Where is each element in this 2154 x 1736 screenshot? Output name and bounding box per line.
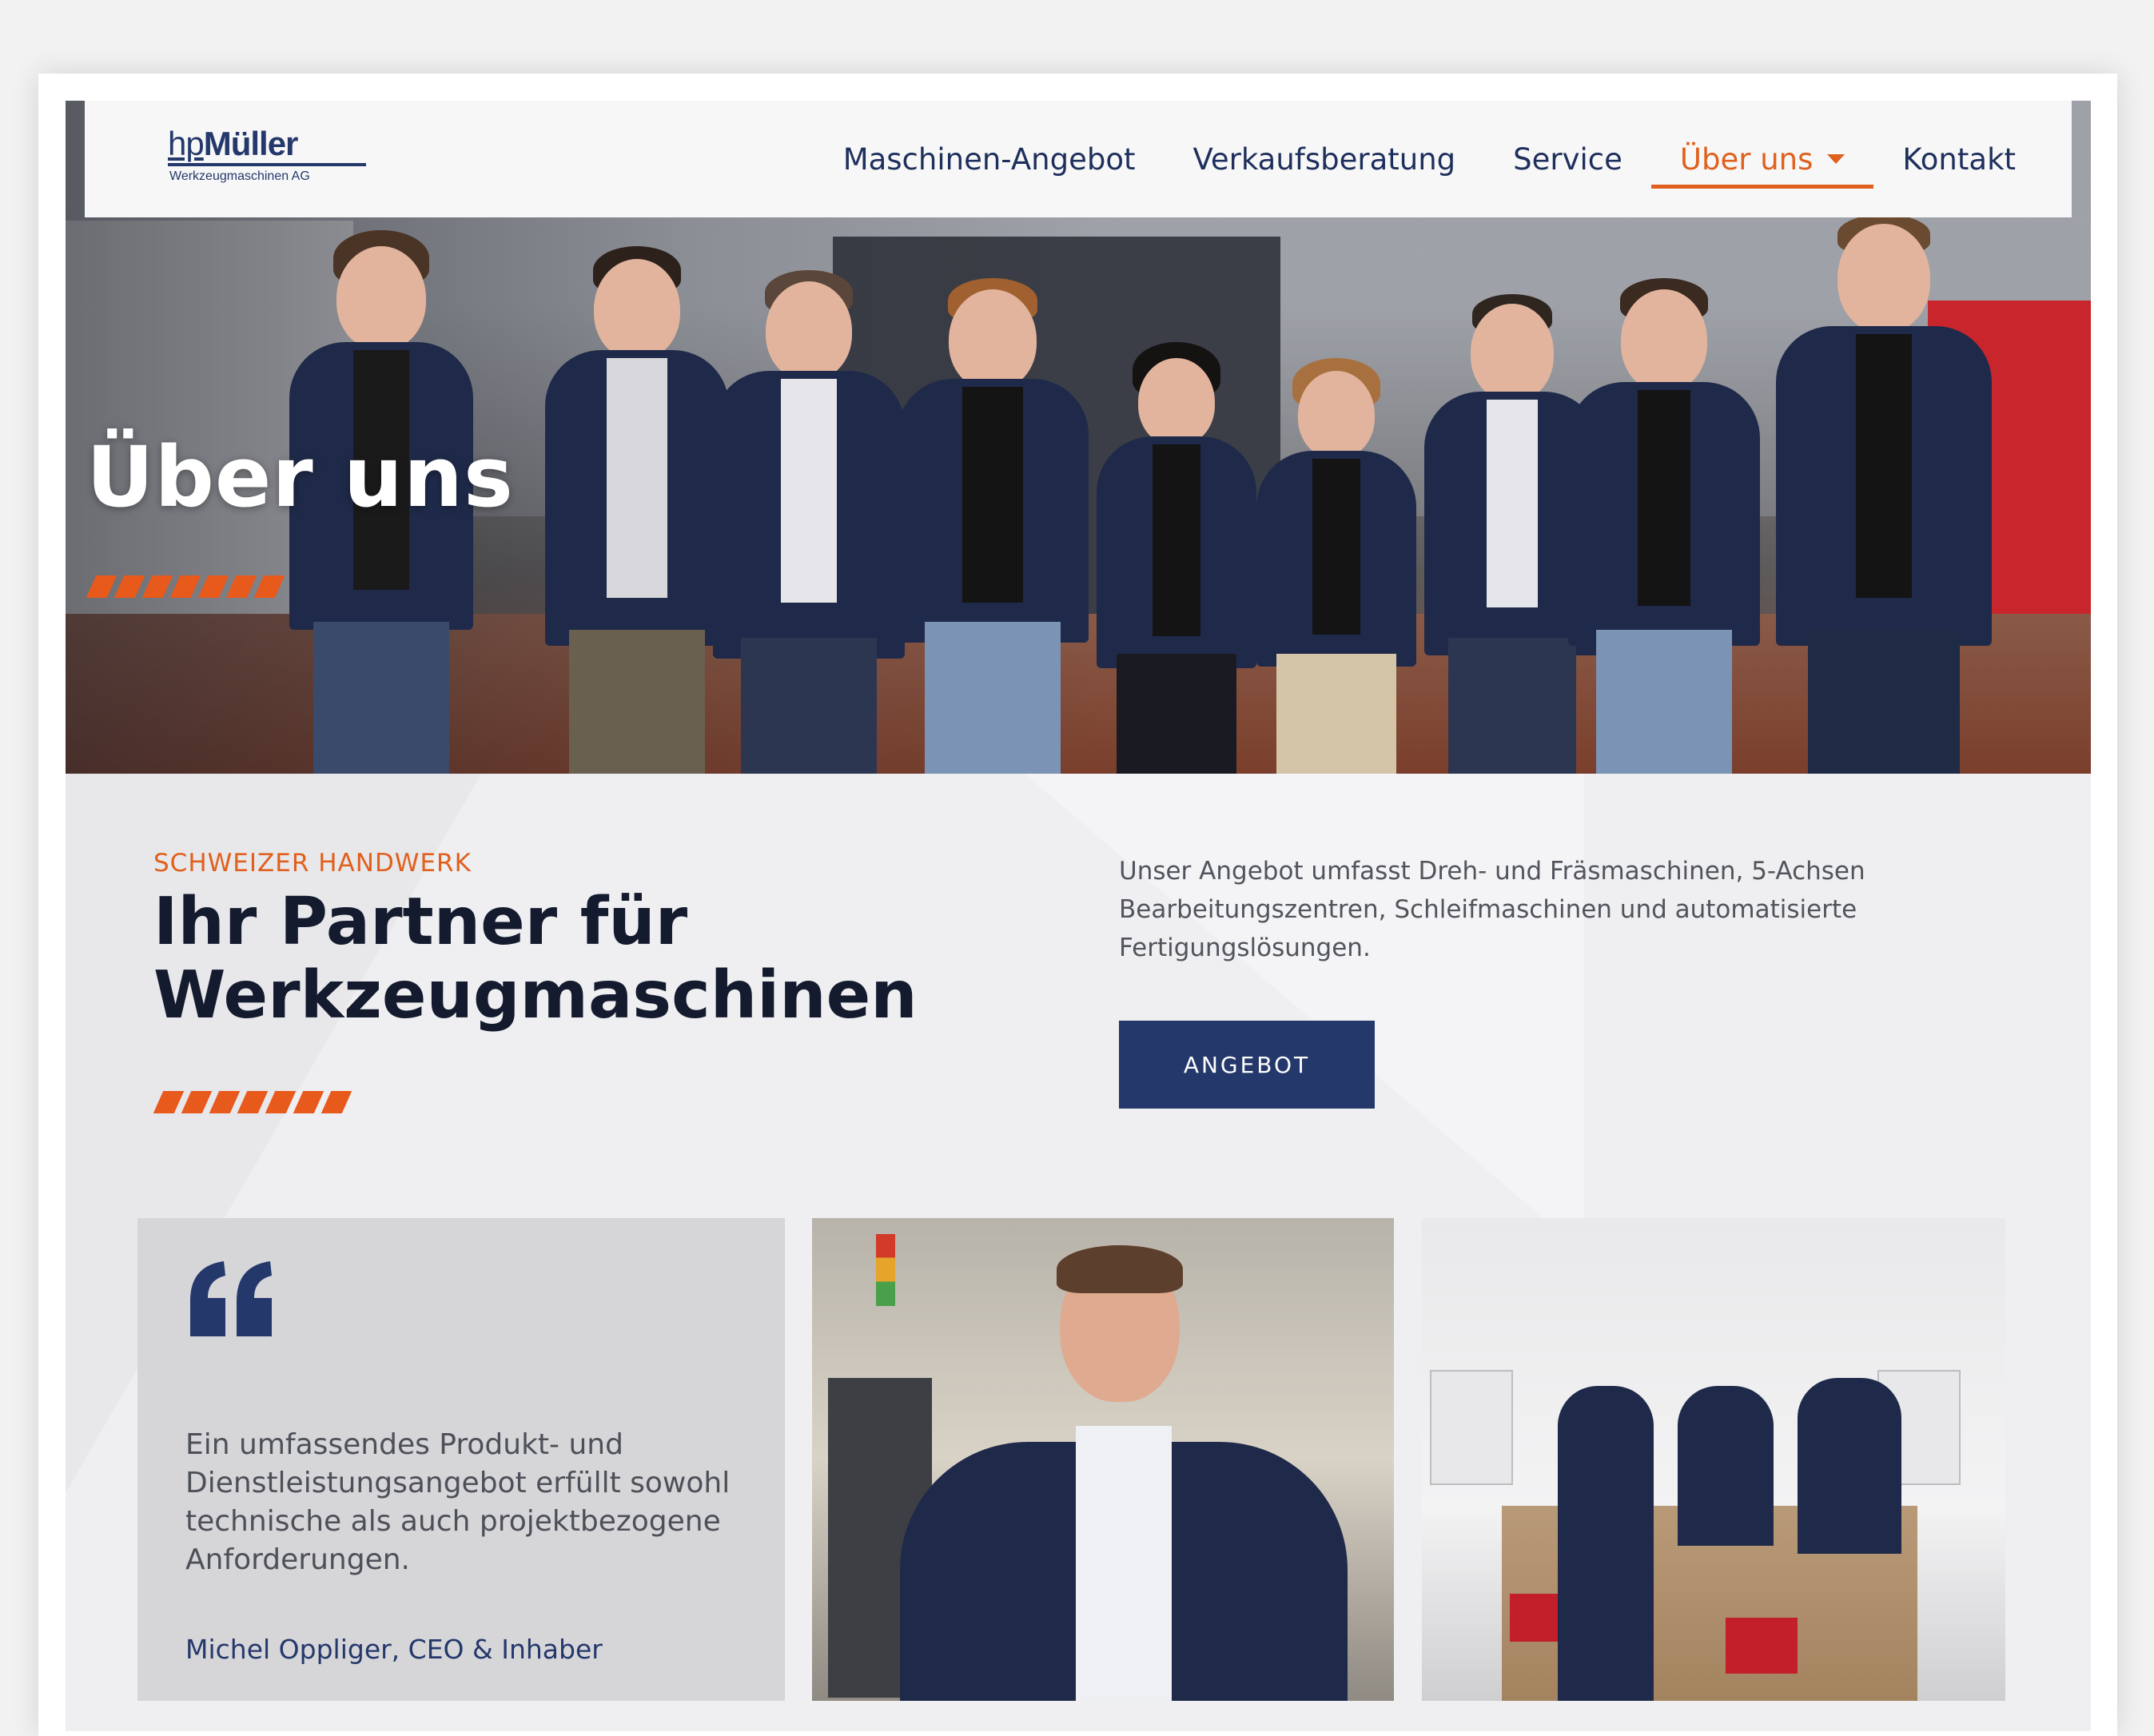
- quote-card: Ein umfassendes Produkt- und Dienstleist…: [137, 1218, 785, 1701]
- intro-text: Unser Angebot umfasst Dreh- und Fräsmasc…: [1119, 857, 1865, 962]
- team-member: [545, 246, 729, 774]
- photo-person: [1558, 1386, 1654, 1701]
- quote-author: Michel Oppliger, CEO & Inhaber: [185, 1634, 603, 1665]
- site-header: hpMüller Werkzeugmaschinen AG Maschinen-…: [85, 101, 2072, 217]
- nav-item-service[interactable]: Service: [1484, 101, 1651, 217]
- background-shape: [1025, 774, 1584, 1253]
- team-member: [897, 278, 1089, 774]
- hero-title: Über uns: [86, 428, 514, 526]
- team-member: [1256, 358, 1416, 774]
- team-member: [1776, 214, 1992, 774]
- quote-icon: [190, 1261, 272, 1336]
- section-headline: Ihr Partner für Werkzeugmaschinen: [153, 884, 918, 1033]
- photo-person: [1798, 1378, 1901, 1554]
- angebot-button[interactable]: ANGEBOT: [1119, 1021, 1375, 1109]
- nav-item-maschinen-angebot[interactable]: Maschinen-Angebot: [814, 101, 1165, 217]
- logo-subtitle: Werkzeugmaschinen AG: [169, 169, 310, 183]
- ceo-portrait-photo: [812, 1218, 1394, 1701]
- nav-item-kontakt[interactable]: Kontakt: [1873, 101, 2072, 217]
- logo-underline: [168, 163, 366, 166]
- section-eyebrow: SCHWEIZER HANDWERK: [153, 849, 472, 878]
- photo-chair: [1726, 1618, 1798, 1674]
- quote-text: Ein umfassendes Produkt- und Dienstleist…: [185, 1428, 731, 1576]
- nav-item-verkaufsberatung[interactable]: Verkaufsberatung: [1164, 101, 1484, 217]
- photo-wall-poster: [1430, 1370, 1513, 1485]
- page: Über uns hpMüller Werkzeugmaschinen AG M…: [66, 101, 2091, 1731]
- hero-stripe-decoration: [86, 575, 285, 598]
- team-member: [1568, 278, 1760, 774]
- photo-signal-light: [876, 1234, 895, 1306]
- main-nav: Maschinen-Angebot Verkaufsberatung Servi…: [814, 101, 2072, 217]
- team-meeting-photo: [1422, 1218, 2005, 1701]
- nav-item-ueber-uns[interactable]: Über uns: [1650, 101, 1874, 217]
- team-member: [1097, 342, 1256, 774]
- photo-person: [900, 1245, 1348, 1701]
- logo[interactable]: hpMüller Werkzeugmaschinen AG: [168, 125, 376, 189]
- team-member: [713, 270, 905, 774]
- chevron-down-icon: [1827, 154, 1845, 164]
- logo-wordmark: hpMüller: [168, 125, 298, 162]
- headline-stripe-decoration: [153, 1091, 352, 1113]
- photo-person: [1678, 1386, 1774, 1546]
